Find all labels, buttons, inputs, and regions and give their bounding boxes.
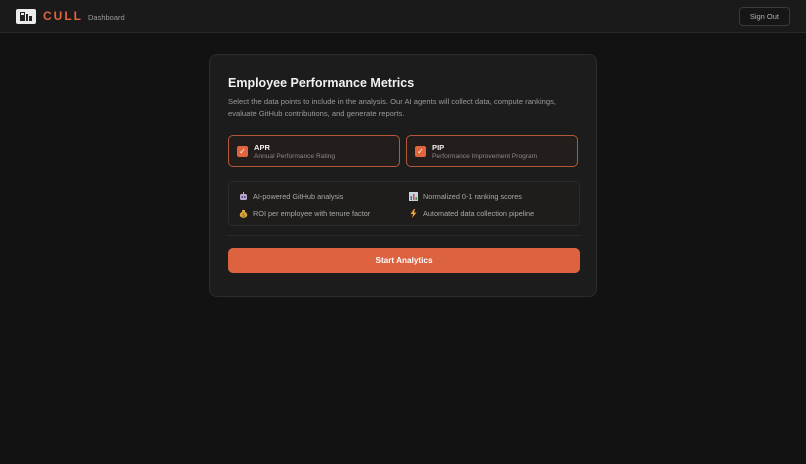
option-apr[interactable]: ✓ APR Annual Performance Rating (228, 135, 400, 167)
card-title: Employee Performance Metrics (228, 76, 415, 90)
option-title: PIP (432, 142, 445, 152)
option-pip[interactable]: ✓ PIP Performance Improvement Program (406, 135, 578, 167)
divider (228, 235, 580, 236)
bar-chart-icon (408, 191, 418, 201)
money-bag-icon: $ (238, 208, 248, 218)
feature-item: AI-powered GitHub analysis (238, 191, 343, 201)
feature-item: Automated data collection pipeline (408, 208, 534, 218)
brand-name: CULL (43, 9, 83, 23)
checkbox-checked-icon[interactable]: ✓ (237, 145, 248, 157)
feature-item: Normalized 0-1 ranking scores (408, 191, 522, 201)
option-subtitle: Performance Improvement Program (432, 152, 538, 160)
checkbox-checked-icon[interactable]: ✓ (415, 145, 426, 157)
robot-icon (238, 191, 248, 201)
sign-out-button[interactable]: Sign Out (738, 7, 790, 26)
logo-icon[interactable] (16, 8, 36, 24)
metric-options: ✓ APR Annual Performance Rating ✓ PIP Pe… (228, 135, 578, 167)
svg-text:$: $ (242, 212, 245, 218)
metrics-card: Employee Performance Metrics Select the … (209, 54, 597, 297)
top-bar: CULL Dashboard Sign Out (0, 0, 806, 33)
option-subtitle: Annual Performance Rating (254, 152, 336, 160)
card-description: Select the data points to include in the… (228, 97, 556, 118)
start-analytics-button[interactable]: Start Analytics (228, 248, 580, 273)
lightning-icon (408, 208, 418, 218)
feature-item: $ ROI per employee with tenure factor (238, 208, 370, 218)
brand-subtitle: Dashboard (88, 12, 125, 22)
feature-list: AI-powered GitHub analysis Normalized 0-… (228, 181, 580, 226)
option-title: APR (254, 142, 271, 152)
